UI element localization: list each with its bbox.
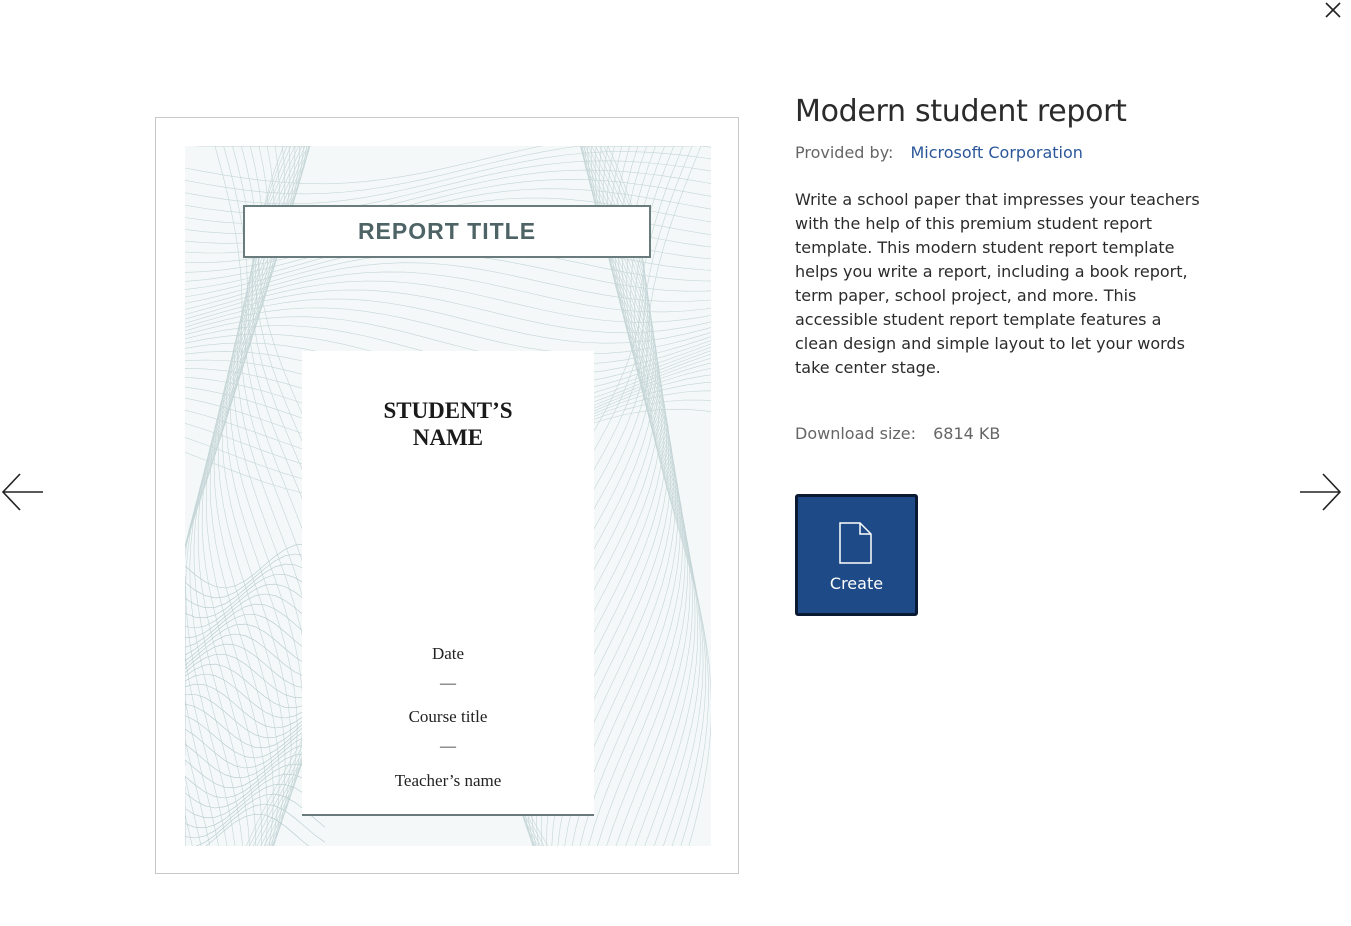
preview-page: REPORT TITLE STUDENT’S NAME Date — Cours… xyxy=(185,146,711,846)
template-preview-dialog: REPORT TITLE STUDENT’S NAME Date — Cours… xyxy=(0,0,1351,926)
download-size-value: 6814 KB xyxy=(933,424,1001,443)
provided-by-label: Provided by: xyxy=(795,143,894,162)
provider-link[interactable]: Microsoft Corporation xyxy=(910,143,1082,162)
course-title-text: Course title xyxy=(408,707,488,726)
download-size-label: Download size: xyxy=(795,424,917,443)
template-preview: REPORT TITLE STUDENT’S NAME Date — Cours… xyxy=(155,117,739,874)
close-button[interactable] xyxy=(1319,0,1347,24)
create-label: Create xyxy=(829,574,884,593)
arrow-left-icon xyxy=(1,473,43,511)
template-description: Write a school paper that impresses your… xyxy=(795,190,1200,377)
next-template-button[interactable] xyxy=(1297,470,1343,514)
report-title-box: REPORT TITLE xyxy=(243,205,651,258)
create-button[interactable]: Create xyxy=(795,494,918,616)
separator-dash: — xyxy=(440,675,456,692)
date-text: Date xyxy=(431,644,465,663)
template-title: Modern student report xyxy=(795,94,1127,129)
document-icon xyxy=(839,522,872,564)
template-details: Modern student report Provided by: Micro… xyxy=(795,92,1205,443)
close-icon xyxy=(1325,2,1341,18)
arrow-right-icon xyxy=(1300,473,1342,511)
provider-row: Provided by: Microsoft Corporation xyxy=(795,142,1205,164)
report-title: REPORT TITLE xyxy=(357,218,537,244)
download-size-row: Download size: 6814 KB xyxy=(795,424,1205,443)
student-name: STUDENT’S NAME xyxy=(383,398,513,450)
teacher-name-text: Teacher’s name xyxy=(394,771,502,790)
student-info-panel: STUDENT’S NAME Date — Course title — Tea… xyxy=(302,351,594,816)
previous-template-button[interactable] xyxy=(0,470,46,514)
separator-dash: — xyxy=(440,738,456,755)
